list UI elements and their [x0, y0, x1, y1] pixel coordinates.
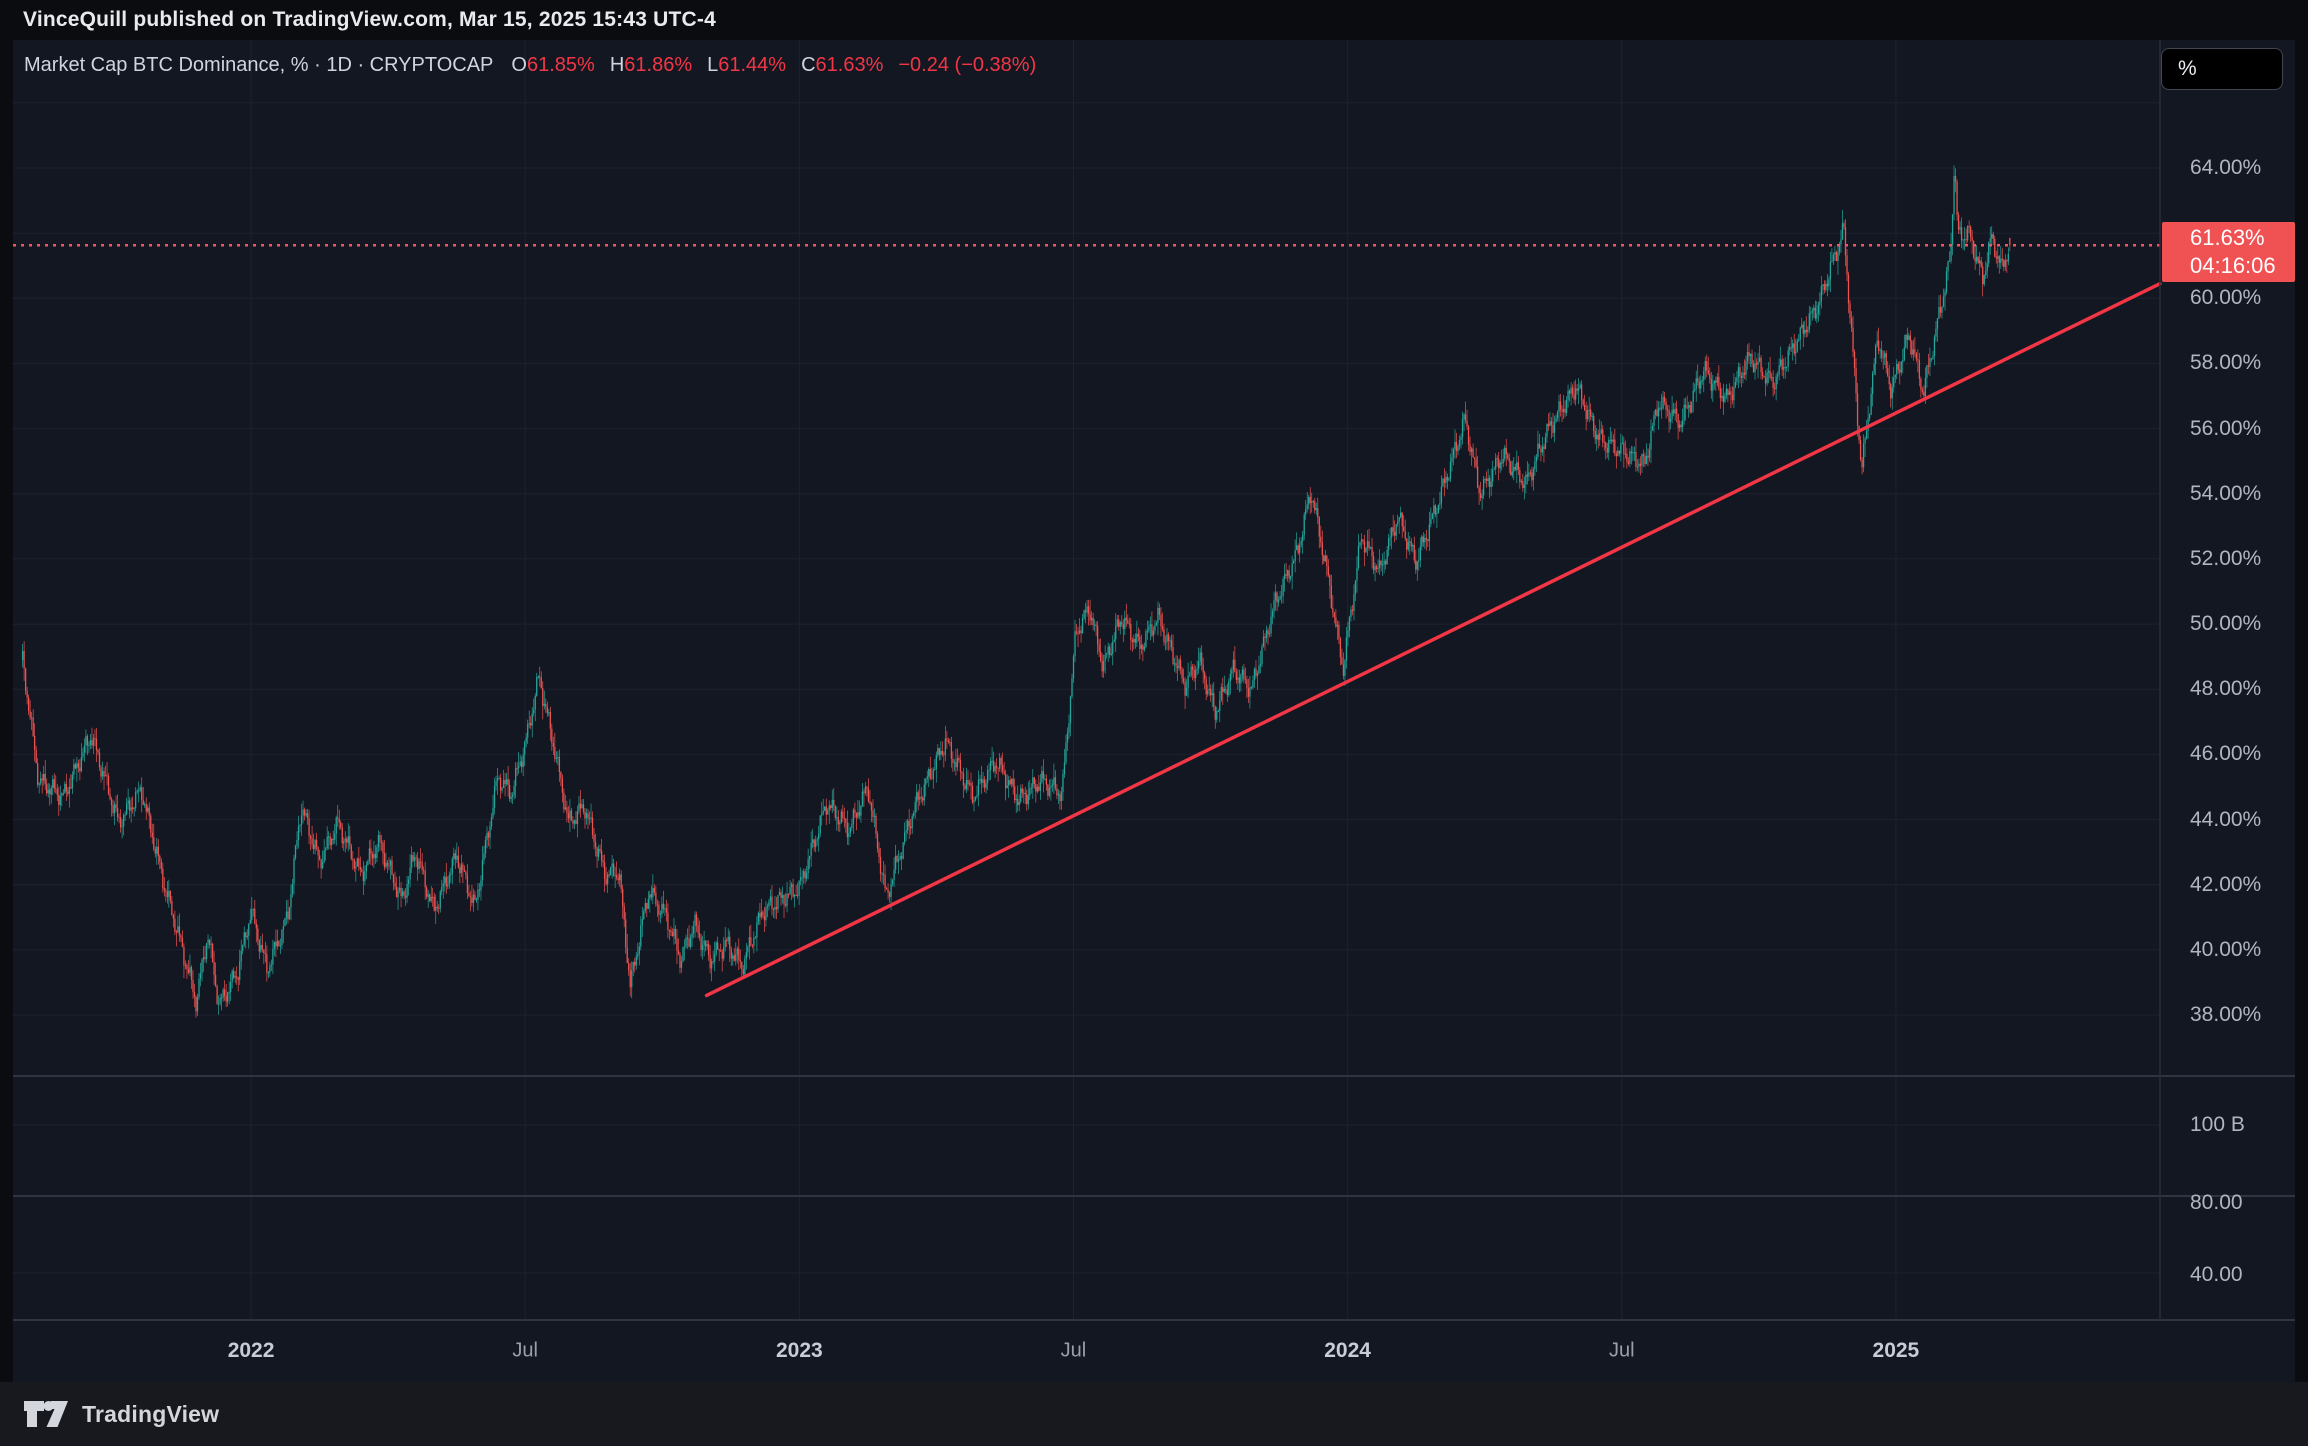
price-axis-label: 46.00% [2190, 742, 2261, 766]
change-value: −0.24 (−0.38%) [898, 54, 1036, 77]
ohlc-value: 61.63% [816, 54, 884, 76]
lower-pane-axis-label: 40.00 [2190, 1263, 2243, 1287]
lower-pane-axis-label: 80.00 [2190, 1191, 2243, 1215]
ohlc-values: O61.85% H61.86% L61.44% C61.63% [511, 54, 883, 77]
ohlc-value: 61.85% [527, 54, 595, 76]
gridlines [13, 40, 2160, 1320]
price-axis-label: 50.00% [2190, 612, 2261, 636]
price-axis-label: 48.00% [2190, 677, 2261, 701]
time-scale-axis[interactable]: 2022 Jul 2023 Jul 2024 Jul 2025 [13, 1320, 2295, 1382]
trendline[interactable] [707, 284, 2160, 996]
price-axis-label: 54.00% [2190, 482, 2261, 506]
chart-widget: Market Cap BTC Dominance, % · 1D · CRYPT… [13, 40, 2295, 1382]
ohlc-value: 61.44% [718, 54, 786, 76]
ohlc-value: 61.86% [624, 54, 692, 76]
price-axis-label: 60.00% [2190, 286, 2261, 310]
ohlc-letter: L [707, 54, 718, 76]
bar-countdown: 04:16:06 [2190, 252, 2295, 280]
time-axis-label: 2022 [228, 1339, 275, 1363]
time-axis-label: 2024 [1324, 1339, 1371, 1363]
price-axis-label: 38.00% [2190, 1003, 2261, 1027]
price-axis-label: 64.00% [2190, 156, 2261, 180]
price-axis-label: 52.00% [2190, 547, 2261, 571]
time-axis-label: Jul [1061, 1340, 1087, 1363]
last-price-badge: 61.63% 04:16:06 [2162, 222, 2295, 282]
footer-brand-text[interactable]: TradingView [82, 1401, 219, 1428]
footer-bar: TradingView [0, 1382, 2308, 1446]
price-axis-label: 42.00% [2190, 873, 2261, 897]
ohlc-letter: O [511, 54, 527, 76]
publish-info-text: VinceQuill published on TradingView.com,… [23, 8, 716, 32]
price-axis-label: 58.00% [2190, 351, 2261, 375]
price-axis-label: 44.00% [2190, 808, 2261, 832]
ohlc-pair: L61.44% [707, 54, 786, 77]
tradingview-logo-icon[interactable] [24, 1401, 68, 1427]
ohlc-pair: O61.85% [511, 54, 594, 77]
time-axis-label: Jul [512, 1340, 538, 1363]
chart-canvas[interactable] [13, 40, 2295, 1382]
symbol-title[interactable]: Market Cap BTC Dominance, % · 1D · CRYPT… [24, 54, 493, 77]
ohlc-pair: C61.63% [801, 54, 883, 77]
tradingview-snapshot-page: { "published_bar": { "text": "VinceQuill… [0, 0, 2308, 1446]
time-axis-label: 2025 [1873, 1339, 1920, 1363]
ohlc-pair: H61.86% [610, 54, 692, 77]
ohlc-letter: C [801, 54, 815, 76]
candlestick-series [22, 165, 2011, 1017]
price-axis-label: 40.00% [2190, 938, 2261, 962]
percent-scale-button[interactable]: % [2161, 48, 2283, 90]
price-axis-label: 56.00% [2190, 417, 2261, 441]
percent-scale-label: % [2178, 57, 2197, 81]
publish-info-bar: VinceQuill published on TradingView.com,… [0, 0, 2308, 40]
lower-pane-axis-label: 100 B [2190, 1113, 2245, 1137]
time-axis-label: Jul [1609, 1340, 1635, 1363]
time-axis-label: 2023 [776, 1339, 823, 1363]
ohlc-letter: H [610, 54, 624, 76]
chart-legend: Market Cap BTC Dominance, % · 1D · CRYPT… [24, 54, 1036, 77]
last-price-value: 61.63% [2190, 224, 2295, 252]
